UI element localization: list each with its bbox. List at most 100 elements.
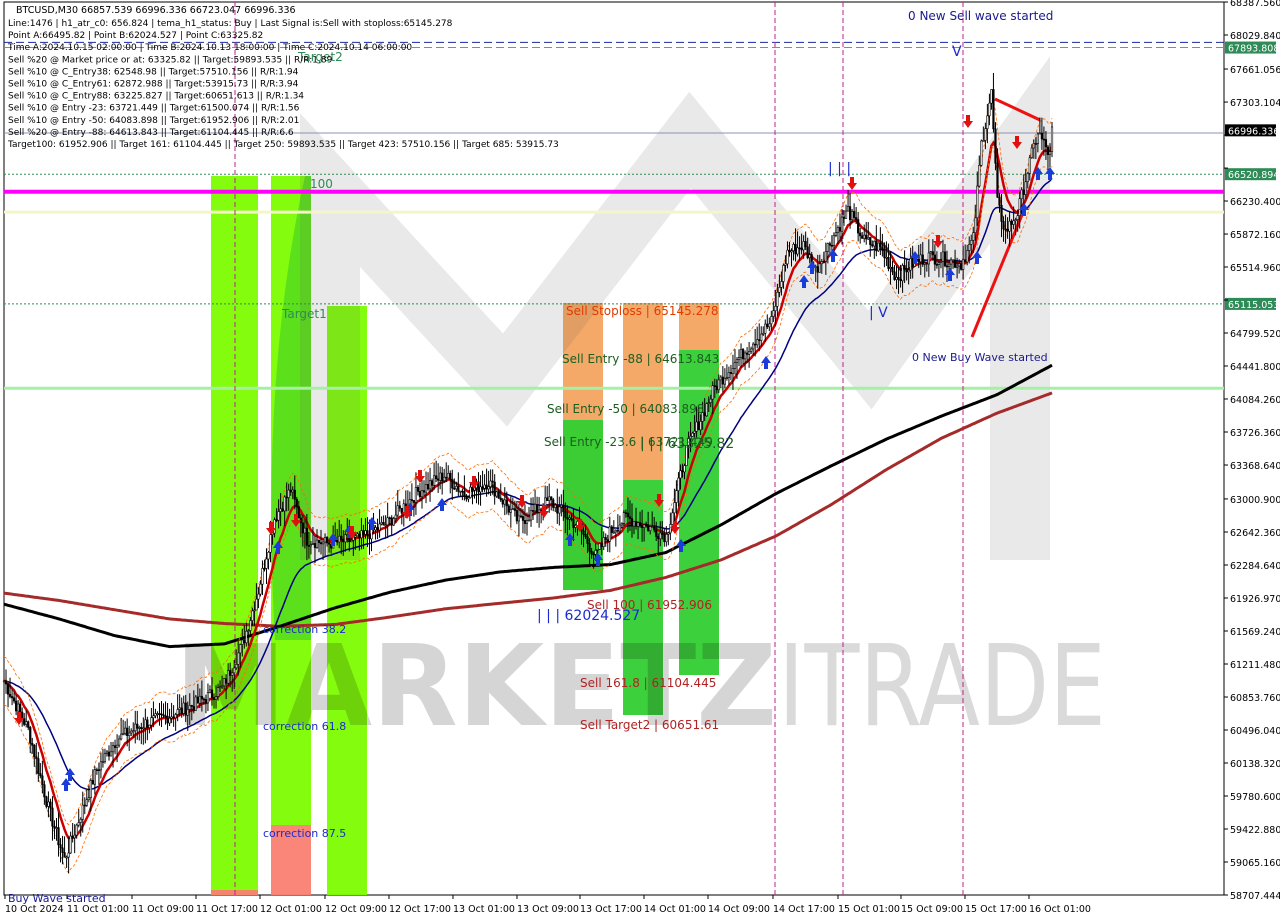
candle-body	[12, 697, 16, 702]
price-tag-label: 65115.053	[1228, 300, 1279, 311]
candle-body	[410, 499, 413, 501]
annotation-label: Sell Entry -88 | 64613.843	[562, 352, 719, 366]
candle-body	[27, 721, 30, 728]
candle-body	[778, 287, 781, 293]
candle-body	[128, 732, 131, 736]
candle-body	[663, 534, 666, 543]
candle-body	[707, 402, 710, 404]
candle-body	[909, 258, 912, 271]
x-axis-label: 11 Oct 01:00	[67, 904, 129, 915]
candle-body	[142, 727, 145, 730]
chart-symbol-header: BTCUSD,M30 66857.539 66996.336 66723.047…	[16, 5, 296, 16]
candle-body	[776, 291, 779, 307]
info-line: Sell %20 @ Entry -88: 64613.843 || Targe…	[8, 128, 294, 138]
candle-body	[51, 807, 54, 827]
candle-body	[225, 678, 228, 684]
candle-body	[41, 775, 44, 786]
candle-body	[412, 500, 416, 503]
candle-body	[546, 497, 549, 501]
candle-body	[586, 536, 589, 544]
candle-body	[435, 475, 438, 480]
candle-body	[1002, 221, 1005, 230]
candle-body	[190, 705, 193, 707]
candle-body	[1048, 151, 1052, 155]
candle-body	[600, 543, 603, 547]
candle-body	[4, 680, 8, 685]
candle-body	[937, 262, 941, 265]
candle-body	[968, 244, 971, 251]
candle-body	[95, 769, 98, 771]
candle-body	[212, 697, 216, 700]
candle-body	[360, 530, 363, 539]
candle-body	[640, 525, 644, 528]
candle-body	[152, 715, 155, 718]
candle-body	[321, 541, 325, 545]
candle-body	[463, 491, 466, 497]
candle-body	[1012, 220, 1015, 225]
candle-body	[384, 524, 387, 527]
candle-body	[679, 470, 682, 479]
candle-body	[426, 484, 430, 490]
candle-body	[87, 797, 90, 800]
info-line: Sell %10 @ C_Entry88: 63225.827 || Targe…	[8, 92, 304, 102]
candle-body	[166, 715, 169, 724]
candle-body	[731, 368, 735, 374]
zone-orange-2	[623, 303, 663, 480]
candle-body	[200, 695, 203, 700]
candle-body	[325, 537, 329, 544]
candle-body	[103, 753, 107, 762]
candle-body	[939, 261, 943, 263]
candle-body	[509, 509, 512, 513]
candle-body	[180, 707, 183, 714]
candle-body	[850, 211, 854, 221]
candle-body	[237, 652, 240, 665]
candle-body	[35, 756, 38, 759]
candle-body	[828, 243, 831, 246]
candle-body	[626, 512, 630, 518]
x-axis-label: 14 Oct 17:00	[773, 904, 835, 915]
trading-chart[interactable]: MARKETZ ITRADE 0 New Sell wave started0 N…	[0, 0, 1280, 920]
candle-body	[247, 630, 250, 632]
candle-body	[584, 534, 587, 538]
candle-body	[830, 244, 833, 247]
candle-body	[194, 696, 197, 711]
candle-body	[146, 719, 149, 728]
candle-body	[645, 524, 648, 526]
candle-body	[101, 761, 105, 763]
candle-body	[420, 490, 424, 498]
candle-body	[834, 232, 838, 236]
candle-body	[990, 89, 993, 104]
candle-body	[37, 758, 40, 774]
candle-body	[483, 484, 486, 489]
candle-body	[204, 699, 208, 704]
candle-body	[328, 542, 331, 545]
candle-body	[622, 512, 626, 524]
y-axis-label: 64084.260	[1230, 395, 1280, 406]
candle-body	[877, 242, 880, 252]
candle-body	[447, 472, 450, 479]
candle-body	[772, 310, 775, 317]
candle-body	[729, 372, 733, 374]
candle-body	[73, 834, 76, 839]
candle-body	[540, 508, 543, 511]
y-axis-label: 61569.240	[1230, 627, 1280, 638]
candle-body	[766, 323, 769, 328]
candle-body	[745, 352, 749, 355]
candle-body	[836, 227, 840, 233]
y-axis-label: 60853.760	[1230, 693, 1280, 704]
candle-body	[895, 277, 898, 280]
candle-body	[154, 713, 157, 717]
candle-body	[33, 745, 36, 758]
candle-body	[503, 499, 506, 505]
candle-body	[43, 784, 46, 798]
info-line: Line:1476 | h1_atr_c0: 656.824 | tema_h1…	[8, 19, 453, 29]
candle-body	[453, 487, 456, 490]
candle-body	[188, 705, 191, 710]
candle-body	[693, 430, 696, 434]
candle-body	[57, 827, 60, 845]
candle-body	[469, 486, 472, 498]
annotation-label: | | |	[828, 161, 851, 177]
candle-body	[1022, 189, 1025, 195]
candle-body	[253, 609, 256, 612]
candle-body	[136, 723, 139, 729]
